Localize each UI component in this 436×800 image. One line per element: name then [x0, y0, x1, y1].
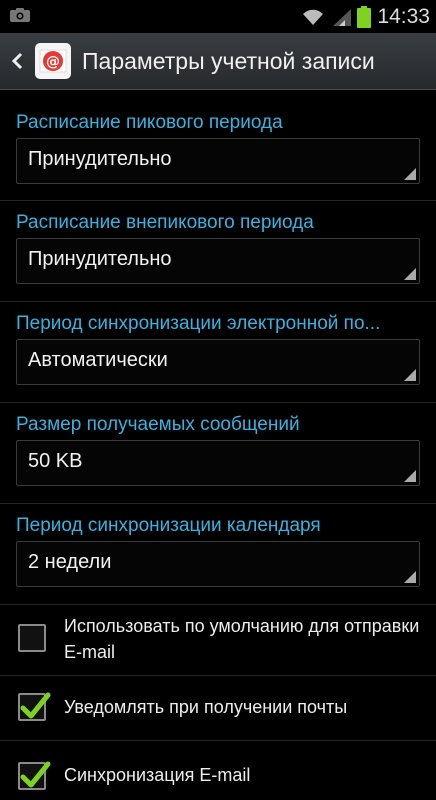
- dropdown-value: Принудительно: [28, 148, 172, 170]
- email-sync-period-dropdown[interactable]: Автоматически: [16, 339, 420, 385]
- peak-schedule-dropdown[interactable]: Принудительно: [16, 138, 420, 184]
- action-bar: @ Параметры учетной записи: [0, 33, 436, 90]
- setting-offpeak-schedule: Расписание внепикового периода Принудите…: [0, 200, 436, 302]
- dropdown-value: 50 KB: [28, 450, 83, 472]
- back-arrow-icon: [11, 52, 23, 70]
- dropdown-arrow-icon: [404, 369, 416, 381]
- dropdown-arrow-icon: [404, 470, 416, 482]
- calendar-sync-period-dropdown[interactable]: 2 недели: [16, 541, 420, 587]
- page-title: Параметры учетной записи: [82, 47, 375, 74]
- setting-label: Размер получаемых сообщений: [16, 414, 300, 435]
- checkbox-label: Синхронизация E-mail: [64, 765, 251, 785]
- checkbox-label: Уведомлять при получении почты: [64, 697, 348, 717]
- status-time: 14:33: [377, 4, 430, 28]
- checkbox-label: Использовать по умолчанию для отправки E…: [64, 616, 420, 662]
- camera-icon: [10, 8, 30, 22]
- dropdown-value: Автоматически: [28, 349, 168, 371]
- signal-icon: [333, 8, 352, 26]
- checkmark-icon: [20, 692, 51, 719]
- back-button[interactable]: [4, 33, 30, 89]
- dropdown-value: 2 недели: [28, 551, 112, 573]
- status-bar: 14:33: [0, 0, 436, 33]
- default-email-account-row[interactable]: Использовать по умолчанию для отправки E…: [0, 604, 436, 676]
- dropdown-arrow-icon: [404, 571, 416, 583]
- wifi-icon: [303, 9, 324, 25]
- new-mail-notification-row[interactable]: Уведомлять при получении почты: [0, 675, 436, 741]
- setting-email-sync-period: Период синхронизации электронной по... А…: [0, 301, 436, 403]
- setting-label: Расписание пикового периода: [16, 112, 283, 133]
- setting-label: Период синхронизации календаря: [16, 515, 321, 536]
- email-app-icon[interactable]: @: [34, 42, 72, 80]
- email-sync-checkbox[interactable]: [18, 761, 51, 790]
- default-email-checkbox[interactable]: [18, 624, 46, 652]
- dropdown-value: Принудительно: [28, 248, 172, 270]
- setting-message-size: Размер получаемых сообщений 50 KB: [0, 402, 436, 504]
- email-sync-row[interactable]: Синхронизация E-mail: [0, 740, 436, 800]
- setting-label: Период синхронизации электронной по...: [16, 313, 381, 334]
- dropdown-arrow-icon: [404, 268, 416, 280]
- battery-icon: [357, 5, 372, 28]
- svg-text:@: @: [46, 54, 60, 70]
- setting-label: Расписание внепикового периода: [16, 212, 314, 233]
- new-mail-notification-checkbox[interactable]: [18, 692, 51, 721]
- offpeak-schedule-dropdown[interactable]: Принудительно: [16, 238, 420, 284]
- dropdown-arrow-icon: [404, 168, 416, 180]
- checkmark-icon: [20, 761, 51, 788]
- setting-calendar-sync-period: Период синхронизации календаря 2 недели: [0, 503, 436, 605]
- message-size-dropdown[interactable]: 50 KB: [16, 440, 420, 486]
- setting-peak-schedule: Расписание пикового периода Принудительн…: [0, 90, 436, 201]
